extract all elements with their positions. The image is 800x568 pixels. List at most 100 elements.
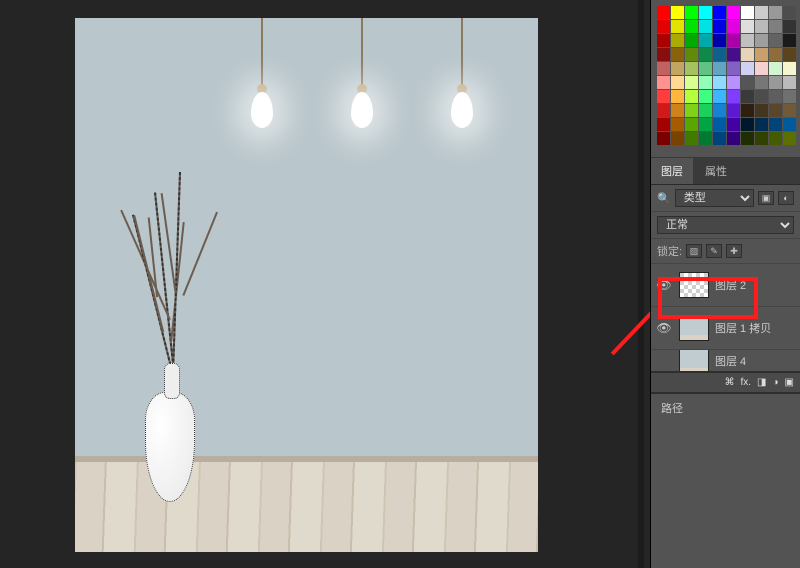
swatch[interactable] (699, 34, 712, 47)
swatch[interactable] (699, 118, 712, 131)
swatch[interactable] (671, 104, 684, 117)
swatch[interactable] (713, 118, 726, 131)
swatch[interactable] (671, 34, 684, 47)
layer-name[interactable]: 图层 2 (715, 277, 746, 293)
swatch[interactable] (699, 132, 712, 145)
swatch[interactable] (783, 132, 796, 145)
swatch[interactable] (755, 20, 768, 33)
swatch[interactable] (699, 76, 712, 89)
swatch[interactable] (769, 132, 782, 145)
adjustment-icon[interactable]: ◑ (773, 377, 779, 388)
swatch[interactable] (671, 132, 684, 145)
layer-name[interactable]: 图层 4 (715, 353, 746, 369)
swatch[interactable] (657, 76, 670, 89)
link-layers-icon[interactable]: ⌘ (724, 377, 734, 388)
swatch[interactable] (741, 62, 754, 75)
swatch[interactable] (755, 76, 768, 89)
swatch[interactable] (783, 104, 796, 117)
swatch[interactable] (783, 48, 796, 61)
swatch[interactable] (699, 62, 712, 75)
swatch[interactable] (685, 118, 698, 131)
visibility-toggle[interactable]: 👁 (655, 278, 673, 292)
visibility-toggle[interactable]: 👁 (655, 321, 673, 335)
layer-row[interactable]: 👁 图层 2 (651, 264, 800, 307)
swatch[interactable] (755, 62, 768, 75)
layer-name[interactable]: 图层 1 拷贝 (715, 320, 771, 336)
swatch[interactable] (755, 90, 768, 103)
swatch[interactable] (713, 62, 726, 75)
swatch[interactable] (671, 62, 684, 75)
swatch[interactable] (685, 132, 698, 145)
paths-panel[interactable]: 路径 (651, 393, 800, 422)
filter-adjust-icon[interactable]: ◐ (778, 191, 794, 205)
swatch[interactable] (685, 62, 698, 75)
swatch[interactable] (755, 104, 768, 117)
layer-row[interactable]: 👁 图层 1 拷贝 (651, 307, 800, 350)
swatch[interactable] (657, 62, 670, 75)
swatch[interactable] (727, 6, 740, 19)
swatch[interactable] (685, 104, 698, 117)
swatch[interactable] (755, 132, 768, 145)
tab-layers[interactable]: 图层 (651, 158, 693, 184)
swatch[interactable] (685, 34, 698, 47)
swatch[interactable] (769, 104, 782, 117)
swatch[interactable] (657, 20, 670, 33)
layer-thumbnail[interactable] (679, 272, 709, 298)
swatch[interactable] (657, 118, 670, 131)
swatch[interactable] (741, 6, 754, 19)
swatch[interactable] (699, 90, 712, 103)
mask-icon[interactable]: ◨ (757, 377, 766, 388)
swatch[interactable] (741, 20, 754, 33)
swatch[interactable] (685, 90, 698, 103)
swatch[interactable] (769, 6, 782, 19)
swatch[interactable] (657, 48, 670, 61)
swatch[interactable] (713, 76, 726, 89)
swatch[interactable] (769, 118, 782, 131)
swatch[interactable] (713, 6, 726, 19)
blend-mode-select[interactable]: 正常 (657, 216, 794, 234)
lock-all-icon[interactable]: ✚ (726, 244, 742, 258)
swatch[interactable] (755, 34, 768, 47)
swatch[interactable] (741, 104, 754, 117)
swatch[interactable] (769, 76, 782, 89)
swatch[interactable] (657, 6, 670, 19)
swatch[interactable] (727, 132, 740, 145)
swatch[interactable] (657, 90, 670, 103)
swatch[interactable] (685, 48, 698, 61)
swatch[interactable] (727, 90, 740, 103)
layer-row[interactable]: 图层 4 (651, 350, 800, 372)
swatches-panel[interactable] (651, 0, 800, 158)
swatch[interactable] (755, 118, 768, 131)
swatch[interactable] (783, 34, 796, 47)
swatch[interactable] (671, 118, 684, 131)
swatch[interactable] (755, 48, 768, 61)
swatch[interactable] (783, 20, 796, 33)
swatch[interactable] (699, 6, 712, 19)
swatch[interactable] (713, 34, 726, 47)
swatch[interactable] (769, 62, 782, 75)
swatch[interactable] (699, 104, 712, 117)
filter-image-icon[interactable]: ▣ (758, 191, 774, 205)
lock-pixels-icon[interactable]: ▨ (686, 244, 702, 258)
swatch[interactable] (713, 104, 726, 117)
swatch[interactable] (727, 76, 740, 89)
swatch[interactable] (671, 76, 684, 89)
canvas[interactable] (75, 18, 538, 552)
swatch[interactable] (741, 34, 754, 47)
swatch[interactable] (769, 34, 782, 47)
swatch[interactable] (699, 20, 712, 33)
swatch[interactable] (727, 118, 740, 131)
swatch[interactable] (769, 20, 782, 33)
swatch[interactable] (741, 48, 754, 61)
swatch[interactable] (671, 90, 684, 103)
swatch[interactable] (727, 48, 740, 61)
swatch[interactable] (769, 90, 782, 103)
layer-thumbnail[interactable] (679, 315, 709, 341)
swatch[interactable] (769, 48, 782, 61)
swatch[interactable] (699, 48, 712, 61)
group-icon[interactable]: ▣ (785, 377, 794, 388)
swatch[interactable] (671, 6, 684, 19)
swatch[interactable] (727, 20, 740, 33)
swatch[interactable] (713, 20, 726, 33)
fx-icon[interactable]: fx. (740, 377, 751, 388)
